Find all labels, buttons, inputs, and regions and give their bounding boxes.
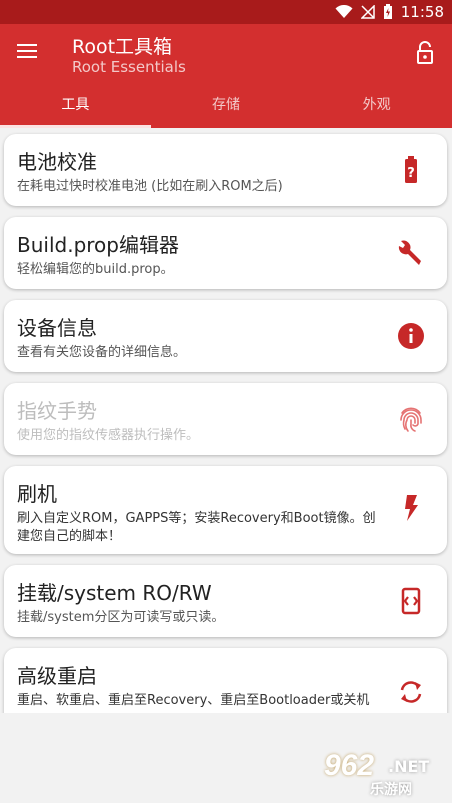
menu-icon — [17, 44, 37, 46]
fingerprint-icon — [400, 407, 422, 432]
mount-icon — [401, 587, 421, 615]
card-battery-calibration[interactable]: 电池校准 在耗电过快时校准电池 (比如在刷入ROM之后) ? — [4, 134, 447, 206]
lock-open-icon — [417, 41, 433, 64]
app-bar: Root工具箱 Root Essentials 工具 存储 外观 — [0, 24, 452, 128]
card-advanced-reboot[interactable]: 高级重启 重启、软重启、重启至Recovery、重启至Bootloader或关机 — [4, 648, 447, 713]
tab-appearance[interactable]: 外观 — [301, 92, 452, 128]
wrench-icon — [398, 240, 421, 265]
restart-icon — [400, 681, 422, 703]
card-description: 挂载/system分区为可读写或只读。 — [17, 610, 225, 625]
watermark-number: 962 — [324, 749, 375, 782]
watermark-domain: .NET — [388, 757, 430, 776]
card-description: 轻松编辑您的build.prop。 — [17, 262, 174, 277]
card-description: 使用您的指纹传感器执行操作。 — [17, 428, 200, 443]
card-fingerprint-gestures[interactable]: 指纹手势 使用您的指纹传感器执行操作。 — [4, 383, 447, 455]
status-time: 11:58 — [400, 3, 444, 21]
tab-tools[interactable]: 工具 — [0, 92, 151, 128]
card-description: 刷入自定义ROM，GAPPS等；安装Recovery和Boot镜像。创建您自己的… — [17, 511, 376, 544]
app-title: Root工具箱 — [72, 36, 173, 58]
tools-list: 电池校准 在耗电过快时校准电池 (比如在刷入ROM之后) ? Build.pro… — [0, 128, 452, 713]
info-icon — [398, 323, 424, 349]
app-subtitle: Root Essentials — [72, 58, 186, 76]
menu-button[interactable] — [14, 38, 42, 66]
card-mount-system[interactable]: 挂载/system RO/RW 挂载/system分区为可读写或只读。 — [4, 565, 447, 637]
card-title: 高级重启 — [17, 664, 97, 688]
flash-icon — [405, 495, 418, 521]
card-title: 指纹手势 — [17, 399, 97, 423]
card-title: 挂载/system RO/RW — [17, 581, 212, 605]
watermark: 962 .NET 乐游网 — [306, 749, 446, 799]
bottom-area: 962 .NET 乐游网 — [0, 713, 452, 803]
card-flash[interactable]: 刷机 刷入自定义ROM，GAPPS等；安装Recovery和Boot镜像。创建您… — [4, 466, 447, 554]
card-device-info[interactable]: 设备信息 查看有关您设备的详细信息。 — [4, 300, 447, 372]
card-description: 重启、软重启、重启至Recovery、重启至Bootloader或关机 — [17, 693, 370, 708]
card-description: 在耗电过快时校准电池 (比如在刷入ROM之后) — [17, 179, 283, 194]
card-build-prop-editor[interactable]: Build.prop编辑器 轻松编辑您的build.prop。 — [4, 217, 447, 289]
svg-text:?: ? — [407, 166, 415, 181]
battery-charging-icon — [383, 4, 392, 19]
card-title: 刷机 — [17, 482, 57, 506]
signal-off-icon — [360, 5, 375, 19]
tab-storage[interactable]: 存储 — [151, 92, 302, 128]
card-description: 查看有关您设备的详细信息。 — [17, 345, 187, 360]
card-title: 设备信息 — [17, 316, 97, 340]
status-bar: 11:58 — [0, 0, 452, 24]
wifi-icon — [335, 5, 353, 18]
watermark-text: 乐游网 — [370, 782, 412, 798]
card-title: Build.prop编辑器 — [17, 233, 179, 257]
battery-alert-icon: ? — [405, 156, 417, 183]
card-title: 电池校准 — [17, 150, 97, 174]
lock-button[interactable] — [410, 38, 440, 68]
tab-bar: 工具 存储 外观 — [0, 92, 452, 128]
